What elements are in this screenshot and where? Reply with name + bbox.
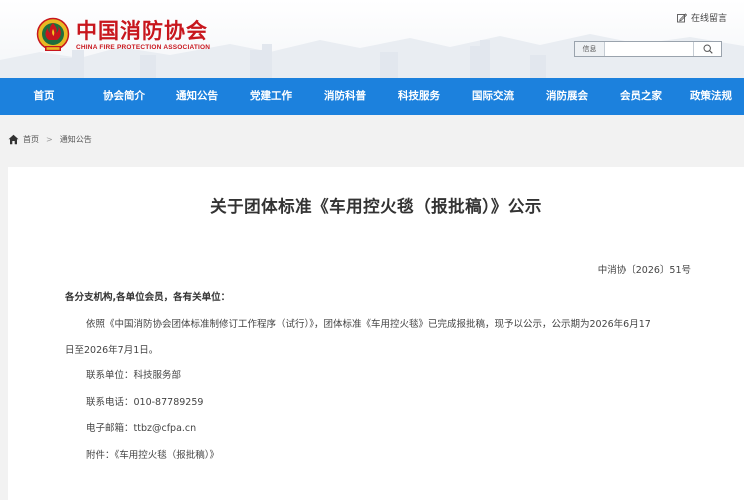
- online-message-link[interactable]: 在线留言: [677, 11, 727, 24]
- contact-email: 电子邮箱：ttbz@cfpa.cn: [86, 423, 197, 434]
- nav-item-tech-services[interactable]: 科技服务: [382, 78, 456, 115]
- attachment-link[interactable]: 附件：《车用控火毯（报批稿）》: [86, 447, 219, 461]
- contact-phone: 联系电话：010-87789259: [86, 397, 204, 408]
- nav-item-about[interactable]: 协会简介: [88, 78, 160, 115]
- search-scope-label[interactable]: 信息: [575, 42, 605, 56]
- breadcrumb-separator: >: [46, 135, 53, 144]
- nav-item-home[interactable]: 首页: [0, 78, 88, 115]
- online-message-label: 在线留言: [691, 14, 728, 24]
- article-greeting: 各分支机构,各单位会员，各有关单位：: [65, 292, 231, 303]
- search-button[interactable]: [693, 42, 721, 56]
- nav-item-international[interactable]: 国际交流: [456, 78, 530, 115]
- nav-item-policies[interactable]: 政策法规: [678, 78, 744, 115]
- nav-item-exhibitions[interactable]: 消防展会: [530, 78, 604, 115]
- article-title: 关于团体标准《车用控火毯（报批稿）》公示: [210, 197, 542, 216]
- fire-association-emblem-icon: [36, 17, 70, 51]
- site-search: 信息: [574, 41, 722, 57]
- contact-unit: 联系单位：科技服务部: [86, 370, 182, 381]
- search-input[interactable]: [605, 42, 693, 56]
- article-paragraph-line-1: 依照《中国消防协会团体标准制修订工作程序（试行）》，团体标准《车用控火毯》已完成…: [86, 319, 651, 330]
- message-edit-icon: [677, 12, 687, 22]
- document-number: 中消协〔2026〕51号: [597, 265, 691, 276]
- article-panel: 关于团体标准《车用控火毯（报批稿）》公示 中消协〔2026〕51号 各分支机构,…: [8, 167, 744, 500]
- logo-english-name: CHINA FIRE PROTECTION ASSOCIATION: [76, 43, 211, 51]
- breadcrumb: 首页 > 通知公告: [8, 134, 92, 145]
- nav-item-fire-science[interactable]: 消防科普: [308, 78, 382, 115]
- logo-chinese-name: 中国消防协会: [76, 18, 208, 43]
- nav-item-party-building[interactable]: 党建工作: [234, 78, 308, 115]
- breadcrumb-notices-link[interactable]: 通知公告: [60, 134, 92, 145]
- home-icon[interactable]: [8, 134, 19, 145]
- search-icon: [702, 44, 713, 54]
- breadcrumb-home-link[interactable]: 首页: [23, 134, 39, 145]
- nav-item-members[interactable]: 会员之家: [604, 78, 678, 115]
- site-header: 中国消防协会 CHINA FIRE PROTECTION ASSOCIATION…: [0, 0, 744, 78]
- main-navigation: 首页 协会简介 通知公告 党建工作 消防科普 科技服务 国际交流 消防展会 会员…: [0, 78, 744, 115]
- site-logo[interactable]: 中国消防协会 CHINA FIRE PROTECTION ASSOCIATION: [36, 16, 210, 54]
- article-paragraph-line-2: 日至2026年7月1日。: [65, 345, 159, 356]
- nav-item-notices[interactable]: 通知公告: [160, 78, 234, 115]
